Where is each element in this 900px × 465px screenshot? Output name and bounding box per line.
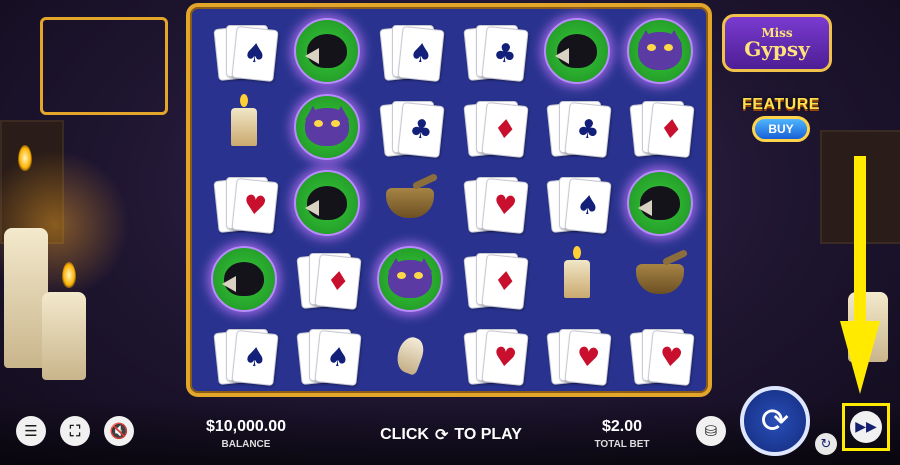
mortar-symbol <box>386 188 435 218</box>
game-logo: Miss Gypsy <box>722 14 832 72</box>
crow-symbol <box>543 18 610 84</box>
highlight-arrow <box>840 156 880 394</box>
feature-buy-button[interactable]: BUY <box>752 116 810 142</box>
reel-cell <box>285 89 368 165</box>
bet-button[interactable]: ⛁ <box>696 416 726 446</box>
crow-symbol <box>627 170 694 236</box>
reel-cell <box>369 241 452 317</box>
cat-symbol <box>627 18 694 84</box>
reel-cell <box>369 317 452 393</box>
diamond-cards-symbol: ♦ <box>463 251 529 311</box>
cat-symbol <box>377 246 444 312</box>
mortar-symbol <box>636 264 685 294</box>
reel-cell: ♦ <box>452 241 535 317</box>
reel-cell: ♠ <box>202 13 285 89</box>
spin-button[interactable]: ⟳ <box>740 386 810 456</box>
candle-left-2 <box>42 292 86 380</box>
minimap-frame <box>40 17 168 115</box>
refresh-icon: ⟳ <box>434 425 449 444</box>
reel-cell: ♥ <box>535 317 618 393</box>
spin-icon: ⟳ <box>760 401 790 441</box>
fast-forward-icon: ▶▶ <box>855 419 877 435</box>
reel-cell: ♠ <box>369 13 452 89</box>
menu-button[interactable]: ☰ <box>16 416 46 446</box>
play-prompt-right: TO PLAY <box>454 425 522 443</box>
feature-buy[interactable]: FEATURE BUY <box>738 96 824 142</box>
reel-cell <box>535 241 618 317</box>
heart-cards-symbol: ♥ <box>629 327 695 387</box>
diamond-cards-symbol: ♦ <box>629 99 695 159</box>
sound-toggle-button[interactable]: 🔇 <box>104 416 134 446</box>
reel-cell <box>369 165 452 241</box>
crow-symbol <box>210 246 277 312</box>
total-bet-value: $2.00 <box>601 418 643 435</box>
reel-cell: ♠ <box>535 165 618 241</box>
reel-cell: ♣ <box>452 13 535 89</box>
balance-value: $10,000.00 <box>205 418 287 435</box>
logo-line-2: Gypsy <box>744 37 810 61</box>
reel-cell <box>619 165 702 241</box>
reel-cell <box>202 241 285 317</box>
menu-icon: ☰ <box>24 422 38 440</box>
reel-cell: ♠ <box>202 317 285 393</box>
feature-title: FEATURE <box>742 96 820 113</box>
reel-cell: ♥ <box>452 165 535 241</box>
flame-left-2 <box>62 262 76 288</box>
fullscreen-button[interactable]: ⛶ <box>60 416 90 446</box>
reel-cell: ♥ <box>619 317 702 393</box>
reel-cell: ♣ <box>369 89 452 165</box>
heart-cards-symbol: ♥ <box>213 175 279 235</box>
candle-symbol <box>563 246 590 298</box>
crow-symbol <box>293 18 360 84</box>
club-cards-symbol: ♣ <box>379 99 445 159</box>
reel-cell: ♥ <box>452 317 535 393</box>
crow-symbol <box>293 170 360 236</box>
autoplay-button[interactable]: ↻ <box>815 433 837 455</box>
spade-cards-symbol: ♠ <box>546 175 612 235</box>
reel-cell: ♦ <box>452 89 535 165</box>
spade-cards-symbol: ♠ <box>379 23 445 83</box>
click-to-play[interactable]: CLICK ⟳ TO PLAY <box>376 425 526 444</box>
reel-cell: ♣ <box>535 89 618 165</box>
chip-stack-icon: ⛁ <box>704 422 718 440</box>
reel-cell <box>285 165 368 241</box>
candle-symbol <box>230 94 257 146</box>
reel-cell <box>535 13 618 89</box>
diamond-cards-symbol: ♦ <box>463 99 529 159</box>
heart-cards-symbol: ♥ <box>463 327 529 387</box>
cat-symbol <box>293 94 360 160</box>
club-cards-symbol: ♣ <box>463 23 529 83</box>
reel-cell: ♥ <box>202 165 285 241</box>
autoplay-icon: ↻ <box>820 436 832 452</box>
club-cards-symbol: ♣ <box>546 99 612 159</box>
reel-cell: ♦ <box>285 241 368 317</box>
reel-cell <box>202 89 285 165</box>
turbo-highlight: ▶▶ <box>842 403 890 451</box>
heart-cards-symbol: ♥ <box>463 175 529 235</box>
reel-frame: ♠ ♠ ♣ ♣ ♦ ♣ ♦ ♥ ♥ ♠ ♦ ♦ ♠ ♠ ♥ ♥ ♥ <box>186 3 712 397</box>
diamond-cards-symbol: ♦ <box>296 251 362 311</box>
reel-cell: ♠ <box>285 317 368 393</box>
flame-left-1 <box>18 145 32 171</box>
sound-muted-icon: 🔇 <box>109 422 129 440</box>
heart-cards-symbol: ♥ <box>546 327 612 387</box>
reel-cell: ♦ <box>619 89 702 165</box>
reel-cell <box>619 13 702 89</box>
tooth-amulet-symbol <box>392 333 428 377</box>
balance-label: BALANCE <box>221 439 271 450</box>
turbo-button[interactable]: ▶▶ <box>850 411 882 443</box>
reel-cell <box>619 241 702 317</box>
symbol-grid: ♠ ♠ ♣ ♣ ♦ ♣ ♦ ♥ ♥ ♠ ♦ ♦ ♠ ♠ ♥ ♥ ♥ <box>202 13 702 393</box>
spade-cards-symbol: ♠ <box>213 327 279 387</box>
total-bet-label: TOTAL BET <box>594 439 650 450</box>
spade-cards-symbol: ♠ <box>213 23 279 83</box>
play-prompt-left: CLICK <box>380 425 429 443</box>
fullscreen-icon: ⛶ <box>69 422 81 440</box>
reel-cell <box>285 13 368 89</box>
spade-cards-symbol: ♠ <box>296 327 362 387</box>
